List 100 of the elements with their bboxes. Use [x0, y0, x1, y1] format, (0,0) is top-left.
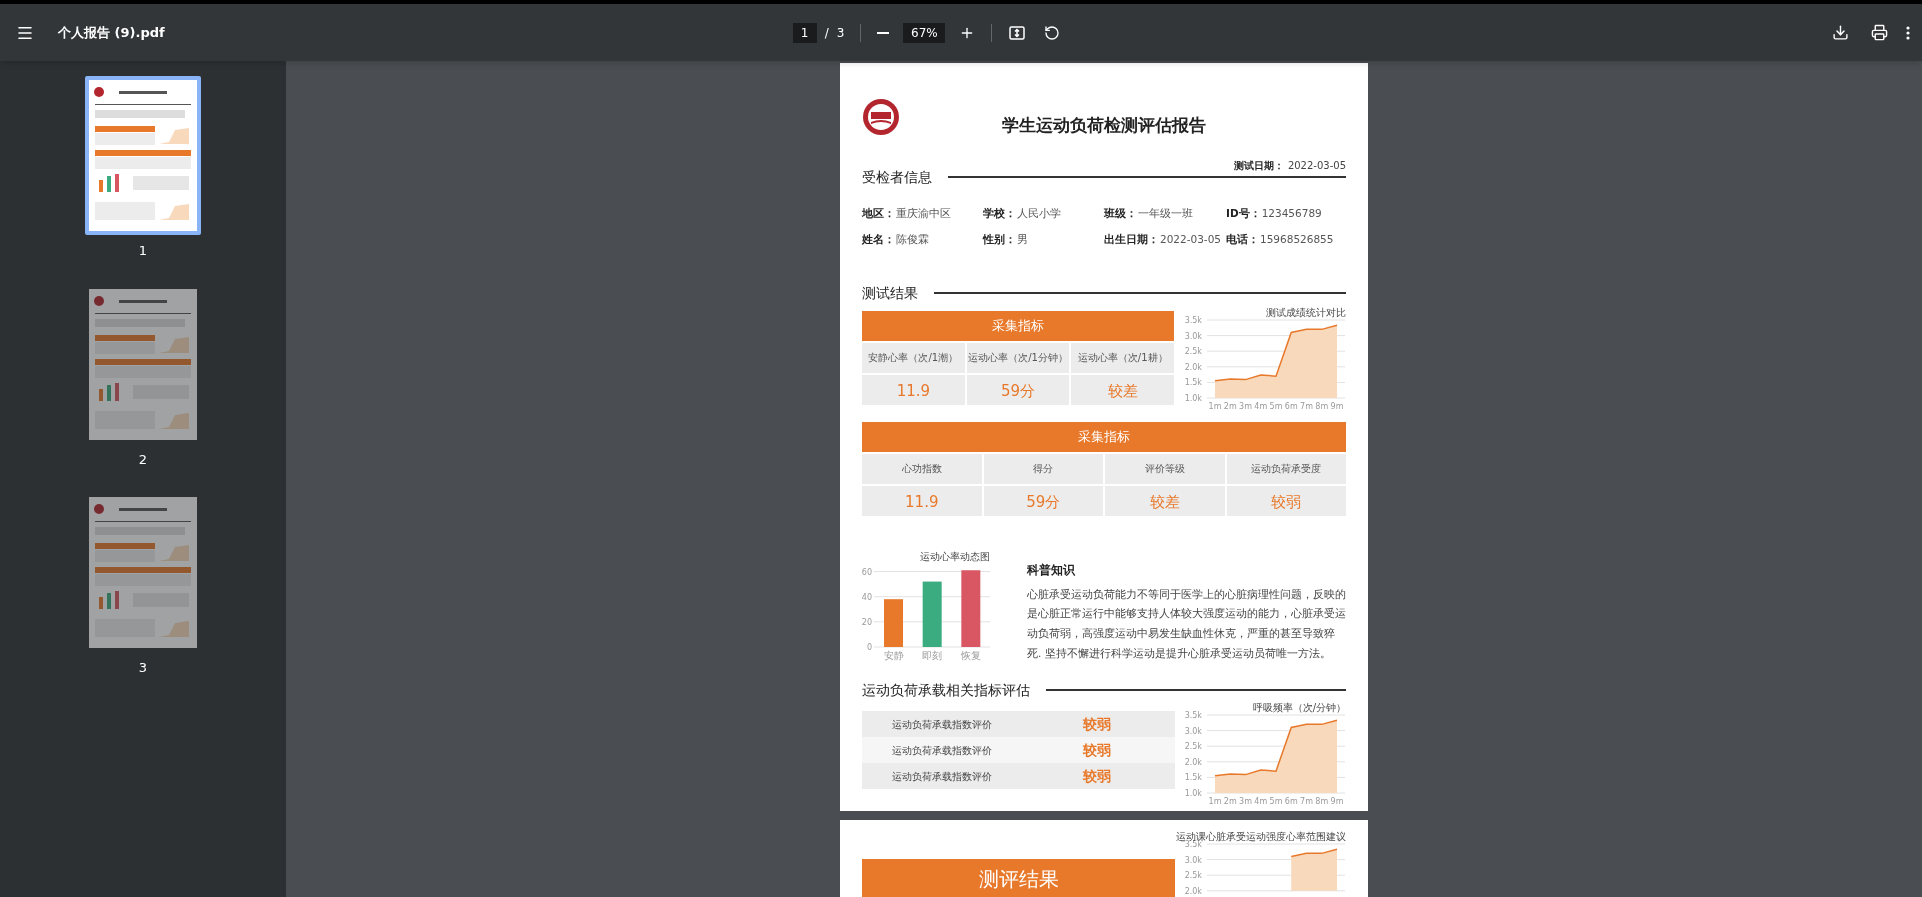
table-cell: 评价等级 — [1105, 453, 1225, 484]
minus-icon — [877, 31, 890, 34]
table-cell: 59分 — [966, 374, 1070, 405]
zoom-out-button[interactable] — [877, 31, 890, 34]
axis-tick-label: 60 — [862, 567, 872, 576]
axis-tick-label: 3.0k — [1184, 726, 1202, 736]
axis-tick-label: 2.5k — [1184, 871, 1202, 881]
row-label: 运动负荷承载指数评价 — [891, 717, 993, 732]
field-value: 15968526855 — [1260, 231, 1334, 247]
table-header: 采集指标 — [862, 310, 1174, 341]
field-label: 性别： — [983, 231, 1016, 247]
section-heading: 测试结果 — [862, 285, 918, 300]
axis-tick-label: 1.5k — [1184, 773, 1202, 783]
chart-title: 运动课心脏承受运动强度心率范围建议 — [1176, 832, 1346, 842]
field-value: 陈俊霖 — [896, 231, 929, 247]
axis-tick-label: 7m — [1300, 401, 1313, 411]
axis-tick-label: 2.0k — [1184, 886, 1202, 896]
chart-title: 呼吸频率（次/分钟） — [1252, 703, 1346, 714]
table-cell: 较弱 — [1226, 485, 1346, 516]
axis-tick-label: 4m — [1254, 797, 1268, 807]
field-value: 人民小学 — [1017, 206, 1061, 221]
axis-tick-label: 3m — [1239, 401, 1252, 411]
field-label: 出生日期： — [1104, 231, 1159, 247]
knowledge-title: 科普知识 — [1027, 561, 1076, 579]
axis-tick-label: 3.5k — [1184, 315, 1202, 325]
table-cell: 运动负荷承受度 — [1226, 453, 1346, 484]
download-button[interactable] — [1832, 24, 1849, 41]
page-separator: / — [824, 24, 829, 42]
axis-tick-label: 8m — [1315, 797, 1329, 807]
zoom-field[interactable]: 67% — [903, 22, 946, 43]
table-cell: 59分 — [983, 485, 1103, 516]
fit-page-button[interactable] — [1008, 23, 1027, 42]
field-value: 2022-03-05 — [1160, 231, 1222, 247]
print-button[interactable] — [1871, 24, 1888, 41]
field-label: 姓名： — [862, 231, 895, 247]
page-number-label: 1 — [138, 242, 148, 260]
axis-tick-label: 2m — [1223, 797, 1237, 807]
section-heading: 运动负荷承载相关指标评估 — [862, 683, 1030, 698]
page-count: 3 — [836, 24, 845, 42]
axis-tick-label: 2.0k — [1184, 362, 1202, 372]
axis-tick-label: 1m — [1208, 401, 1222, 411]
table-cell: 11.9 — [862, 374, 965, 405]
more-options-button[interactable] — [1906, 25, 1910, 40]
test-date-label: 测试日期： — [1233, 159, 1284, 173]
page-number-label: 3 — [138, 659, 148, 677]
more-options-icon — [1906, 25, 1910, 40]
axis-tick-label: 8m — [1315, 401, 1329, 411]
axis-tick-label: 40 — [862, 592, 872, 602]
axis-tick-label: 即刻 — [922, 649, 943, 661]
row-value: 较弱 — [1082, 766, 1112, 786]
axis-tick-label: 3.5k — [1184, 711, 1202, 721]
page-number-field[interactable]: 1 — [792, 22, 817, 43]
axis-tick-label: 9m — [1330, 797, 1344, 807]
section-heading: 受检者信息 — [862, 170, 932, 184]
field-label: 电话： — [1226, 231, 1259, 247]
table-cell: 运动心率（次/1耕） — [1071, 342, 1174, 373]
fit-page-icon — [1008, 23, 1027, 42]
field-value: 重庆渝中区 — [896, 206, 951, 221]
axis-tick-label: 2m — [1223, 401, 1237, 411]
field-value: 男 — [1017, 231, 1028, 247]
axis-tick-label: 2.5k — [1184, 742, 1202, 752]
axis-tick-label: 0 — [866, 642, 872, 652]
emblem-logo-icon — [862, 98, 900, 136]
axis-tick-label: 1.0k — [1184, 789, 1202, 799]
axis-tick-label: 5m — [1269, 401, 1283, 411]
axis-tick-label: 6m — [1284, 401, 1298, 411]
table-cell: 心功指数 — [862, 453, 982, 484]
table-header: 采集指标 — [862, 421, 1346, 452]
row-label: 运动负荷承载指数评价 — [891, 769, 993, 784]
rotate-button[interactable] — [1044, 24, 1061, 41]
row-value: 较弱 — [1082, 714, 1112, 734]
axis-tick-label: 1.0k — [1184, 393, 1202, 403]
field-value: 123456789 — [1261, 206, 1322, 221]
table-cell: 较差 — [1071, 374, 1174, 405]
knowledge-paragraph: 心脏承受运动负荷能力不等同于医学上的心脏病理性问题，反映的是心脏正常运行中能够支持人体较大强度运动的能力，心脏承受运动负荷弱，高强度运动中易发生缺血性休克，严重的甚至导致猝死. 坚持不懈进行科学运动是提升心脏承受运动员荷唯一方法。 — [1027, 586, 1346, 661]
download-icon — [1832, 24, 1849, 41]
axis-tick-label: 6m — [1284, 797, 1298, 807]
axis-tick-label: 5m — [1269, 797, 1283, 807]
file-name: 个人报告 (9).pdf — [58, 23, 165, 42]
area-series — [1290, 848, 1338, 891]
axis-tick-label: 3.0k — [1184, 331, 1202, 341]
axis-tick-label: 20 — [862, 617, 872, 627]
axis-tick-label: 安静 — [883, 649, 904, 661]
field-label: ID号： — [1226, 206, 1261, 221]
printer-icon — [1871, 24, 1888, 41]
axis-tick-label: 1m — [1208, 797, 1222, 807]
axis-tick-label: 3.0k — [1184, 855, 1202, 865]
table-cell: 运动心率（次/1分钟） — [966, 342, 1070, 373]
field-value: 一年级一班 — [1138, 206, 1193, 221]
axis-tick-label: 3m — [1239, 797, 1252, 807]
chart-title: 测试成绩统计对比 — [1266, 307, 1346, 318]
axis-tick-label: 4m — [1254, 401, 1268, 411]
table-cell: 11.9 — [862, 485, 982, 516]
axis-tick-label: 2.5k — [1184, 346, 1202, 356]
row-label: 运动负荷承载指数评价 — [891, 743, 993, 758]
row-value: 较弱 — [1082, 740, 1112, 760]
table-cell: 较差 — [1105, 485, 1225, 516]
test-date: 2022-03-05 — [1287, 159, 1346, 173]
axis-tick-label: 3.5k — [1184, 840, 1202, 849]
axis-tick-label: 1.5k — [1184, 377, 1202, 387]
